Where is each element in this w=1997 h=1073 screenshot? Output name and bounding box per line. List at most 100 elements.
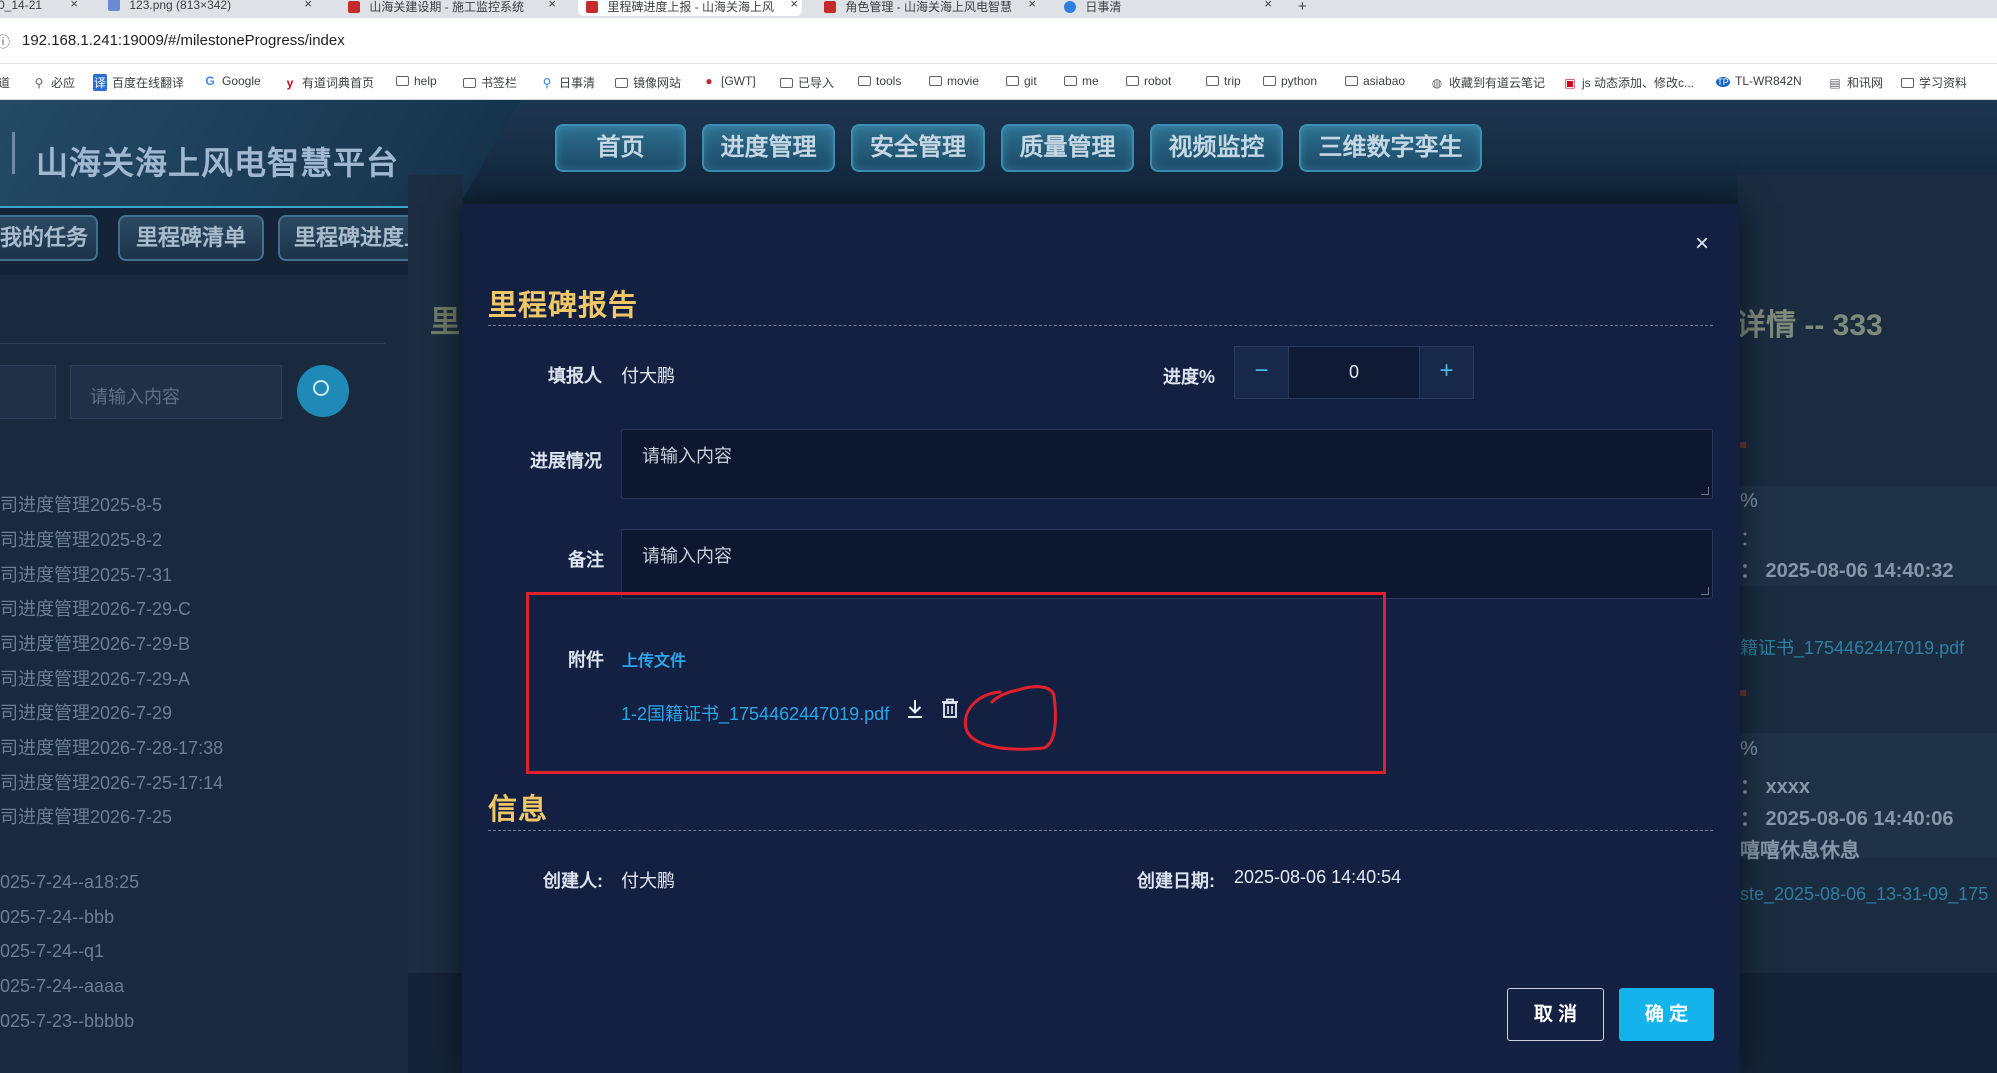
nav-home[interactable]: 首页	[555, 124, 686, 172]
tab-close-icon[interactable]: ×	[1264, 0, 1272, 11]
section-title-report: 里程碑报告	[488, 290, 639, 322]
list-item[interactable]: 025-7-24--bbb	[0, 907, 114, 928]
list-item[interactable]: 司进度管理2026-7-25	[0, 803, 172, 829]
bookmark-item[interactable]: ● [GWT]	[702, 74, 755, 88]
bookmark-folder[interactable]: 已导入	[780, 74, 834, 91]
translate-icon: 译	[93, 74, 107, 91]
browser-tab[interactable]: 角色管理 - 山海关海上风电智慧 ×	[816, 0, 1040, 16]
nav-quality[interactable]: 质量管理	[1001, 124, 1134, 172]
list-item[interactable]: 司进度管理2026-7-29-C	[0, 595, 191, 621]
bookmark-item[interactable]: y 有道词典首页	[283, 74, 374, 91]
bookmark-folder[interactable]: 书签栏	[463, 74, 517, 91]
reporter-label: 填报人	[548, 366, 602, 386]
bookmark-label: help	[414, 74, 437, 88]
list-item[interactable]: 司进度管理2026-7-25-17:14	[0, 769, 223, 795]
nav-progress[interactable]: 进度管理	[702, 124, 835, 172]
marker	[1740, 690, 1746, 696]
decrement-button[interactable]: −	[1235, 347, 1289, 398]
resize-handle[interactable]	[1701, 587, 1709, 595]
bookmark-item[interactable]: G Google	[203, 74, 260, 88]
bookmark-item[interactable]: 道	[0, 74, 10, 91]
browser-tab[interactable]: 山海关建设期 - 施工监控系统 ×	[340, 0, 560, 16]
tab-close-icon[interactable]: ×	[304, 0, 312, 11]
bookmark-label: 收藏到有道云笔记	[1449, 76, 1546, 90]
list-item[interactable]: 司进度管理2026-7-29	[0, 699, 172, 725]
progress-stepper[interactable]: − 0 +	[1234, 346, 1474, 399]
bookmark-item[interactable]: ⚲ 必应	[32, 74, 75, 91]
list-item[interactable]: 025-7-24--aaaa	[0, 976, 124, 997]
upload-file-link[interactable]: 上传文件	[622, 647, 686, 671]
tab-close-icon[interactable]: ×	[548, 0, 556, 11]
url-text[interactable]: 192.168.1.241:19009/#/milestoneProgress/…	[22, 32, 345, 49]
progress-input[interactable]: 0	[1289, 347, 1419, 398]
nav-safety[interactable]: 安全管理	[851, 124, 985, 172]
list-item[interactable]: 025-7-23--bbbbb	[0, 1011, 134, 1032]
bookmark-folder[interactable]: 学习资料	[1901, 74, 1967, 91]
image-icon	[108, 0, 120, 11]
bookmark-item[interactable]: ◍ 收藏到有道云笔记	[1430, 74, 1545, 91]
remark-textarea[interactable]: 请输入内容	[621, 529, 1713, 599]
bookmark-item[interactable]: ▤ 和讯网	[1828, 74, 1883, 91]
list-item[interactable]: 025-7-24--q1	[0, 941, 104, 962]
list-item[interactable]: 司进度管理2025-8-2	[0, 526, 162, 552]
remark-placeholder: 请输入内容	[642, 546, 732, 566]
bookmark-folder[interactable]: tools	[858, 74, 901, 88]
folder-icon	[463, 78, 476, 88]
bookmark-folder[interactable]: movie	[929, 74, 979, 88]
list-item[interactable]: 司进度管理2026-7-29-B	[0, 630, 190, 656]
confirm-button[interactable]: 确 定	[1619, 988, 1714, 1041]
attachment-file-link[interactable]: 1-2国籍证书_1754462447019.pdf	[621, 700, 889, 726]
bookmark-label: me	[1082, 74, 1099, 88]
bookmark-folder[interactable]: 镜像网站	[615, 74, 681, 91]
bookmark-folder[interactable]: python	[1263, 74, 1317, 88]
section-title-info: 信息	[488, 794, 549, 826]
creator-value: 付大鹏	[621, 871, 675, 891]
bookmark-folder[interactable]: asiabao	[1345, 74, 1405, 88]
increment-button[interactable]: +	[1419, 347, 1473, 398]
bookmark-item[interactable]: TP TL-WR842N	[1716, 74, 1802, 88]
list-item[interactable]: 司进度管理2025-7-31	[0, 561, 172, 587]
bookmark-label: python	[1281, 74, 1318, 88]
status-textarea[interactable]: 请输入内容	[621, 429, 1713, 499]
browser-tab[interactable]: 0_14-21 ×	[0, 0, 82, 16]
filter-input[interactable]	[0, 365, 56, 419]
subnav-milestone-list[interactable]: 里程碑清单	[118, 215, 264, 261]
list-item[interactable]: 司进度管理2026-7-28-17:38	[0, 734, 223, 760]
subnav-my-tasks[interactable]: 我的任务	[0, 215, 98, 261]
detail-file-link[interactable]: ste_2025-08-06_13-31-09_175	[1740, 884, 1988, 905]
nav-video[interactable]: 视频监控	[1150, 124, 1283, 172]
folder-icon	[1901, 78, 1914, 88]
cancel-button[interactable]: 取 消	[1507, 988, 1604, 1041]
browser-tab[interactable]: 123.png (813×342) ×	[100, 0, 316, 16]
list-item[interactable]: 025-7-24--a18:25	[0, 872, 139, 893]
list-item[interactable]: 司进度管理2026-7-29-A	[0, 665, 190, 691]
bookmark-folder[interactable]: help	[396, 74, 437, 88]
nav-digital-twin[interactable]: 三维数字孪生	[1299, 124, 1482, 172]
bookmark-item[interactable]: ⚲ 日事清	[540, 74, 595, 91]
tab-close-icon[interactable]: ×	[1028, 0, 1036, 11]
bookmark-folder[interactable]: me	[1064, 74, 1099, 88]
download-icon[interactable]	[905, 698, 925, 720]
search-icon	[313, 380, 329, 396]
browser-tab[interactable]: 日事清 ×	[1056, 0, 1276, 16]
site-info-icon[interactable]: ⓘ	[0, 32, 10, 52]
bookmark-label: git	[1024, 74, 1037, 88]
address-bar[interactable]: ⓘ 192.168.1.241:19009/#/milestoneProgres…	[0, 18, 1997, 64]
browser-tab-active[interactable]: 里程碑进度上报 - 山海关海上风 ×	[578, 0, 802, 16]
tab-close-icon[interactable]: ×	[790, 0, 798, 11]
resize-handle[interactable]	[1701, 487, 1709, 495]
tab-close-icon[interactable]: ×	[70, 0, 78, 11]
close-icon[interactable]: ×	[1695, 230, 1709, 258]
new-tab-button[interactable]: +	[1290, 0, 1320, 16]
bookmark-item[interactable]: 译百度在线翻译	[93, 74, 184, 91]
bookmark-item[interactable]: ▣ js 动态添加、修改c...	[1563, 74, 1694, 91]
list-item[interactable]: 司进度管理2025-8-5	[0, 491, 162, 517]
tab-title: 123.png (813×342)	[129, 0, 232, 12]
bookmark-folder[interactable]: git	[1006, 74, 1037, 88]
delete-icon[interactable]	[940, 697, 960, 719]
bookmark-folder[interactable]: robot	[1126, 74, 1171, 88]
detail-file-link[interactable]: 籍证书_1754462447019.pdf	[1740, 634, 1964, 660]
detail-field: %	[1740, 490, 1758, 512]
bookmark-folder[interactable]: trip	[1206, 74, 1241, 88]
bookmark-label: 和讯网	[1847, 76, 1884, 90]
